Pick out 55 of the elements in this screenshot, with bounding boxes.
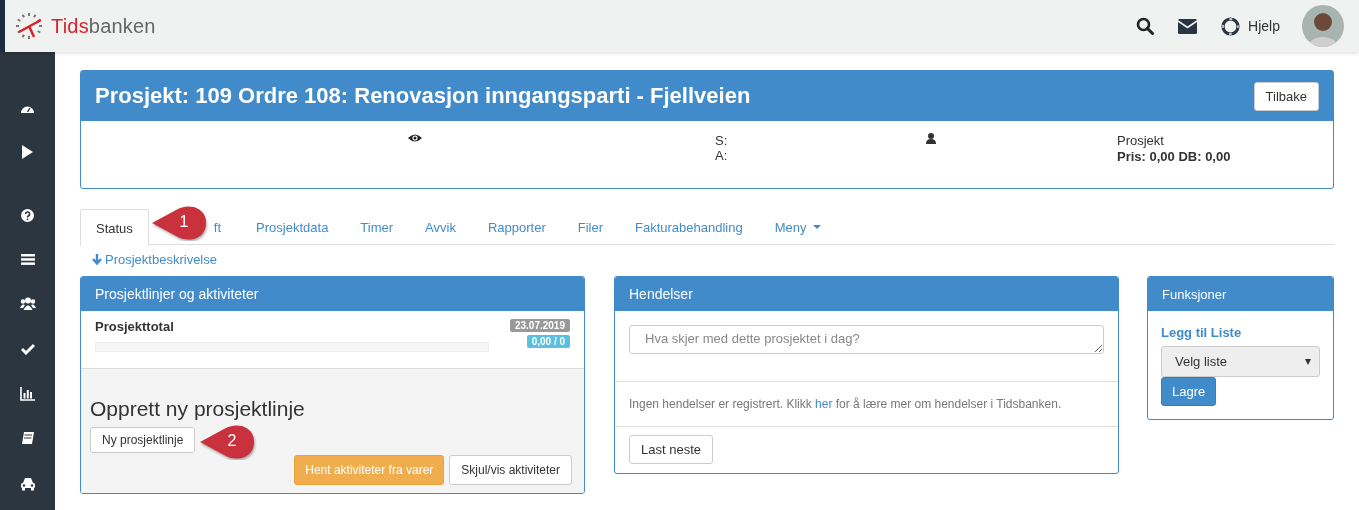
tab[interactable]: Timer: [344, 209, 410, 244]
help-link[interactable]: Hjelp: [1221, 16, 1280, 36]
logo-text: Tidsbanken: [51, 14, 156, 38]
panel-header: Prosjektlinjer og aktiviteter: [81, 277, 584, 311]
description-link[interactable]: Prosjektbeskrivelse: [92, 250, 217, 268]
total-label: Prosjekttotal: [95, 319, 175, 334]
book-icon[interactable]: [20, 431, 35, 445]
list-icon[interactable]: [20, 253, 35, 265]
down-arrow-icon: [92, 253, 102, 265]
toggle-activities-button[interactable]: Skjul/vis aktiviteter: [449, 455, 572, 485]
amount-badge: 0,00 / 0: [526, 335, 570, 348]
project-title: Prosjekt: 109 Ordre 108: Renovasjon inngangsparti - Fjellveien: [95, 83, 751, 109]
play-icon[interactable]: [21, 145, 34, 159]
bar-chart-icon[interactable]: [20, 387, 35, 401]
tab[interactable]: Rapporter: [471, 209, 562, 244]
panel-header: Funksjoner: [1148, 277, 1333, 311]
panel-header: Hendelser: [615, 277, 1118, 311]
price-summary: Pris: 0,00 DB: 0,00: [1117, 149, 1232, 165]
list-heading: Legg til Liste: [1161, 325, 1243, 340]
help-label: Hjelp: [1248, 18, 1280, 34]
list-select[interactable]: Velg liste: [1161, 346, 1320, 377]
callout-tooltip: 1: [150, 205, 208, 239]
users-icon[interactable]: [19, 296, 36, 310]
tab[interactable]: Status: [80, 209, 149, 246]
help-icon[interactable]: [21, 208, 34, 222]
load-more-button[interactable]: Last neste: [629, 435, 713, 464]
event-input-field[interactable]: Hva skjer med dette prosjektet i dag?: [629, 325, 1104, 354]
save-button[interactable]: Lagre: [1161, 377, 1217, 406]
tab[interactable]: Fakturabehandling: [619, 209, 759, 244]
lifebuoy-icon: [1221, 16, 1241, 36]
project-type: Prosjekt: [1117, 133, 1165, 149]
checkmark-icon[interactable]: [20, 343, 35, 355]
user-icon: [926, 133, 936, 144]
callout-tooltip: 2: [198, 424, 256, 458]
tab[interactable]: ft: [210, 209, 241, 244]
mail-icon[interactable]: [1178, 18, 1198, 34]
fetch-activities-button[interactable]: Hent aktiviteter fra varer: [294, 455, 445, 485]
tab[interactable]: Filer: [561, 209, 620, 244]
car-icon[interactable]: [19, 477, 36, 491]
section-heading: Opprett ny prosjektlinje: [90, 397, 306, 421]
tab[interactable]: Meny: [758, 209, 837, 244]
a-label: A:: [715, 148, 729, 163]
eye-icon: [408, 133, 422, 143]
avatar[interactable]: [1302, 5, 1344, 47]
date-badge: 23.07.2019: [509, 319, 570, 332]
help-link[interactable]: her: [815, 397, 833, 411]
caret-icon: [812, 225, 821, 229]
tab[interactable]: Prosjektdata: [240, 209, 345, 244]
tab[interactable]: Avvik: [409, 209, 472, 244]
search-icon[interactable]: [1136, 17, 1155, 35]
new-line-button[interactable]: Ny prosjektlinje: [90, 427, 196, 453]
clock-logo-icon: [15, 12, 43, 40]
s-label: S:: [715, 133, 729, 148]
back-button[interactable]: Tilbake: [1253, 81, 1319, 111]
empty-message: Ingen hendelser er registrert. Klikk her for å lære mer om hendelser i Tidsbanken.: [629, 397, 1062, 411]
